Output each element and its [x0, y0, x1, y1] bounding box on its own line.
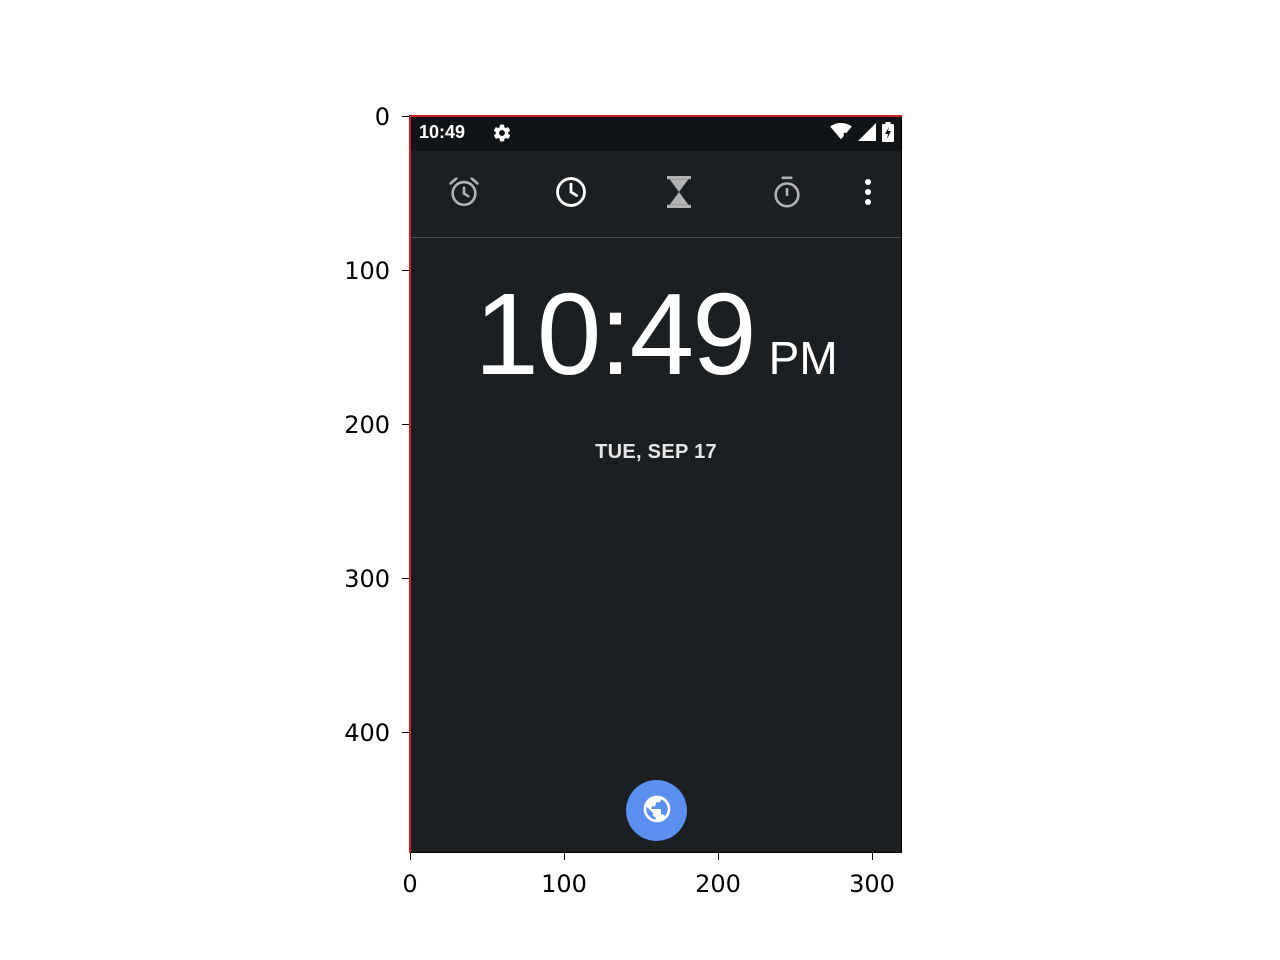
x-tick-label: 300 [849, 870, 895, 898]
y-tick [402, 270, 409, 271]
more-options-button[interactable] [849, 175, 887, 213]
status-bar: 10:49 [410, 116, 902, 151]
phone-screen: 10:49 10:49 PM TUE, SEP 17 [410, 116, 902, 853]
x-tick [564, 853, 565, 860]
tab-toolbar [410, 151, 902, 238]
y-tick-label: 100 [344, 257, 390, 285]
battery-icon [882, 122, 894, 146]
y-tick-label: 200 [344, 411, 390, 439]
x-tick-label: 200 [695, 870, 741, 898]
more-vert-icon [863, 177, 873, 211]
y-tick-label: 300 [344, 565, 390, 593]
x-tick-label: 100 [541, 870, 587, 898]
signal-icon [858, 123, 876, 145]
gear-icon [492, 123, 512, 143]
clock-icon [554, 175, 588, 213]
tab-clock[interactable] [552, 175, 590, 213]
y-tick-label: 0 [374, 103, 390, 131]
stopwatch-icon [770, 175, 804, 213]
y-tick [402, 424, 409, 425]
globe-icon [641, 793, 673, 829]
tab-timer[interactable] [660, 175, 698, 213]
tab-stopwatch[interactable] [768, 175, 806, 213]
frame-accent-left [409, 116, 411, 853]
x-tick [872, 853, 873, 860]
wifi-icon [830, 123, 852, 145]
x-tick-label: 0 [402, 870, 418, 898]
y-tick [402, 732, 409, 733]
y-tick-label: 400 [344, 719, 390, 747]
status-icons [830, 122, 894, 146]
clock-ampm: PM [768, 332, 838, 384]
y-tick [402, 116, 409, 117]
figure: 10:49 10:49 PM TUE, SEP 17 0 100 200 300… [0, 0, 1280, 960]
frame-accent-top [410, 115, 902, 117]
status-time: 10:49 [419, 122, 466, 142]
alarm-icon [447, 175, 481, 213]
timer-hourglass-icon [664, 176, 694, 212]
clock-date: TUE, SEP 17 [595, 441, 717, 463]
tab-alarm[interactable] [445, 175, 483, 213]
x-tick [718, 853, 719, 860]
digital-clock: 10:49 PM [410, 276, 902, 392]
clock-time: 10:49 [474, 269, 756, 399]
x-tick [410, 853, 411, 860]
world-clock-fab[interactable] [626, 780, 687, 841]
y-tick [402, 578, 409, 579]
